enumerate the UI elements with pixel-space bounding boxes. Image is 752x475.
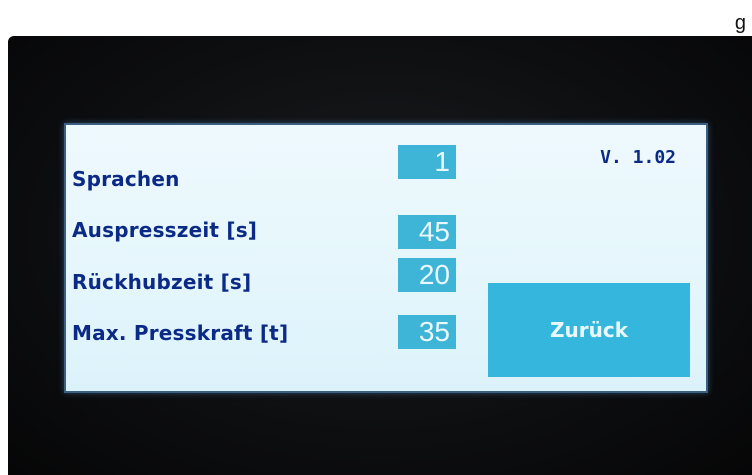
- version-label: V. 1.02: [600, 147, 676, 168]
- max-press-force-label: Max. Presskraft [t]: [72, 321, 289, 345]
- press-out-time-value[interactable]: 45: [398, 215, 456, 249]
- return-stroke-time-value[interactable]: 20: [398, 258, 456, 292]
- return-stroke-time-label: Rückhubzeit [s]: [72, 270, 252, 294]
- corner-text: g: [734, 12, 746, 34]
- press-out-time-label: Auspresszeit [s]: [72, 218, 258, 242]
- language-label: Sprachen: [72, 167, 180, 191]
- hmi-screen: V. 1.02 Sprachen 1 Auspresszeit [s] 45 R…: [64, 123, 708, 393]
- language-value[interactable]: 1: [398, 145, 456, 179]
- max-press-force-value[interactable]: 35: [398, 315, 456, 349]
- photo-background: g V. 1.02 Sprachen 1 Auspresszeit [s] 45…: [0, 0, 752, 475]
- back-button[interactable]: Zurück: [488, 283, 690, 377]
